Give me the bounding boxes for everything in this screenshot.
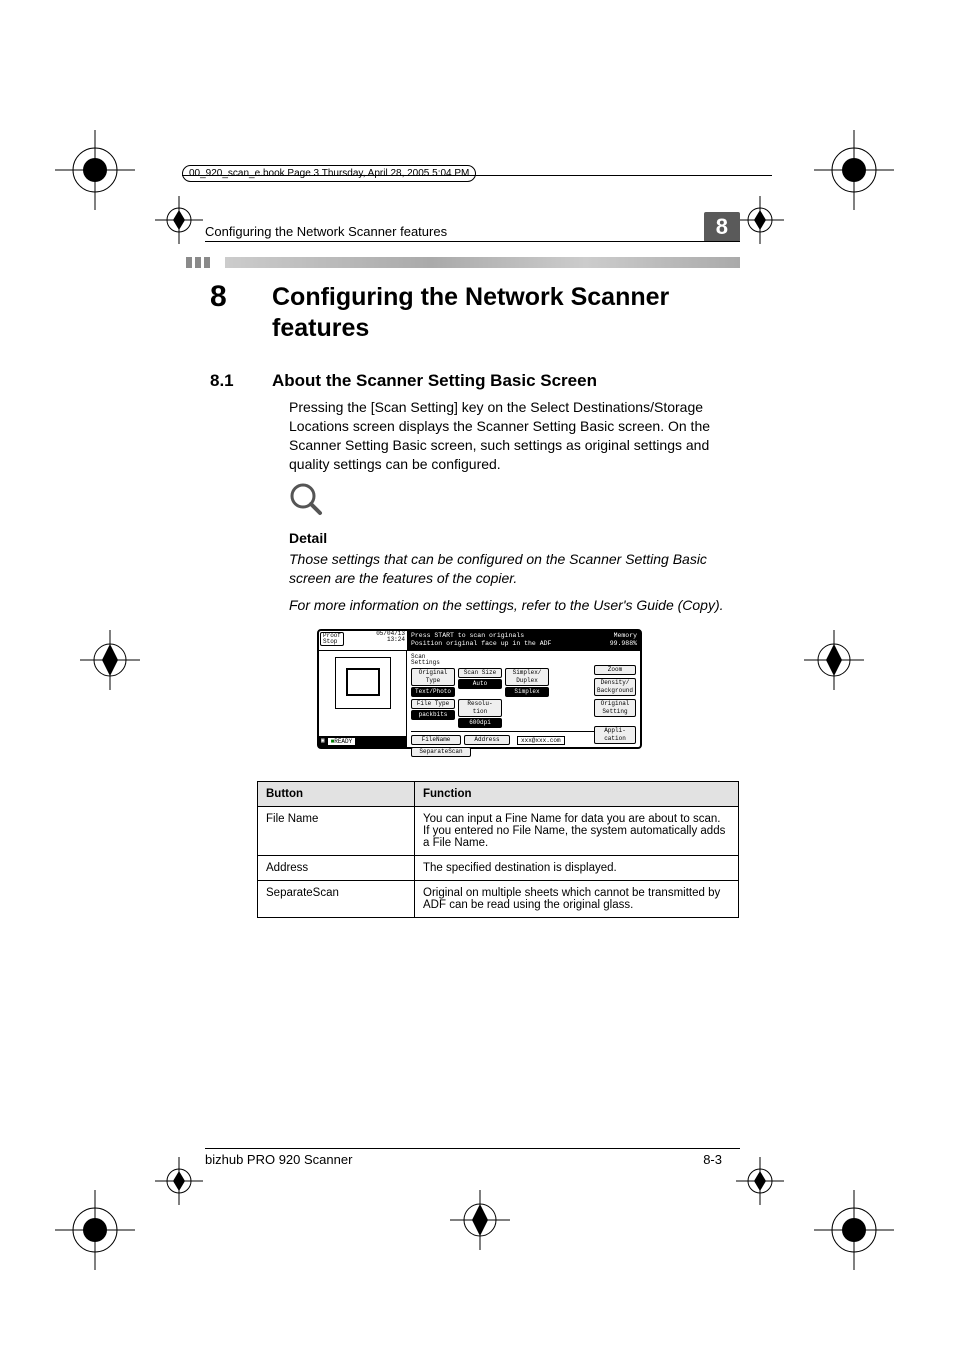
book-header-rule <box>182 175 772 176</box>
chapter-heading: 8 Configuring the Network Scanner featur… <box>210 282 736 345</box>
memory-value: 99.988% <box>610 640 637 648</box>
address-label: Address <box>464 735 510 745</box>
simplex-duplex-button[interactable]: Simplex/ Duplex <box>505 668 549 686</box>
panel-time: 13:24 <box>376 637 407 643</box>
button-function-table: Button Function File Name You can input … <box>257 781 739 918</box>
original-type-button[interactable]: Original Type <box>411 668 455 686</box>
table-head-function: Function <box>415 782 739 807</box>
proof-stop-button[interactable]: Proof Stop <box>320 632 344 646</box>
ready-indicator: ■READY <box>327 737 357 746</box>
simplex-value: Simplex <box>505 687 549 697</box>
page-footer: bizhub PRO 920 Scanner 8-3 <box>205 1152 722 1167</box>
running-head-title: Configuring the Network Scanner features <box>205 224 447 239</box>
table-cell-button: Address <box>258 856 415 881</box>
crop-mark-bl2 <box>155 1157 203 1205</box>
decor-strip <box>186 257 740 268</box>
crop-mark-br2 <box>736 1157 784 1205</box>
chapter-badge: 8 <box>704 212 740 242</box>
application-button[interactable]: Appli- cation <box>594 726 636 744</box>
header-rule <box>205 241 740 242</box>
table-cell-function: The specified destination is displayed. <box>415 856 739 881</box>
crop-mark-bl <box>55 1190 135 1270</box>
section-heading: 8.1 About the Scanner Setting Basic Scre… <box>210 371 736 391</box>
table-cell-function: You can input a Fine Name for data you a… <box>415 807 739 856</box>
text-photo-value: Text/Photo <box>411 687 455 697</box>
panel-left-column: ▣ ■READY <box>319 651 407 747</box>
filename-button[interactable]: FileName <box>411 735 461 745</box>
table-cell-function: Original on multiple sheets which cannot… <box>415 881 739 918</box>
separate-scan-button[interactable]: SeparateScan <box>411 747 471 757</box>
footer-page-number: 8-3 <box>703 1152 722 1167</box>
section-number: 8.1 <box>210 371 272 391</box>
original-setting-button[interactable]: Original Setting <box>594 699 636 717</box>
panel-right-area: Scan Settings Original Type Text/Photo S… <box>407 651 640 747</box>
running-head: Configuring the Network Scanner features… <box>205 215 740 239</box>
table-row: File Name You can input a Fine Name for … <box>258 807 739 856</box>
panel-message-line2: Position original face up in the ADF <box>411 640 551 648</box>
crop-mark-l <box>80 630 140 690</box>
crop-mark-r <box>804 630 864 690</box>
chapter-number: 8 <box>210 282 272 312</box>
book-header: 00_920_scan_e.book Page 3 Thursday, Apri… <box>182 165 476 182</box>
copier-icon <box>335 657 391 709</box>
detail-paragraph-1: Those settings that can be configured on… <box>289 550 726 588</box>
crop-mark-bc <box>450 1190 510 1250</box>
control-indicator-icon: ▣ <box>321 737 325 746</box>
footer-rule <box>205 1148 740 1149</box>
table-row: SeparateScan Original on multiple sheets… <box>258 881 739 918</box>
scanner-panel: Proof Stop 05/04/13 13:24 Press START to… <box>317 629 642 749</box>
panel-message: Press START to scan originals Position o… <box>408 631 640 651</box>
crop-mark-tr <box>814 130 894 210</box>
density-button[interactable]: Density/ Background <box>594 678 636 696</box>
memory-label: Memory <box>610 632 637 640</box>
page: 00_920_scan_e.book Page 3 Thursday, Apri… <box>0 0 954 1351</box>
control-indicator-row: ▣ ■READY <box>319 736 406 747</box>
chapter-badge-container: 8 <box>704 215 740 239</box>
body-paragraph: Pressing the [Scan Setting] key on the S… <box>289 398 726 474</box>
table-row: Address The specified destination is dis… <box>258 856 739 881</box>
resolution-button[interactable]: Resolu- tion <box>458 699 502 717</box>
crop-mark-tl <box>55 130 135 210</box>
crop-mark-br <box>814 1190 894 1270</box>
file-type-button[interactable]: File Type <box>411 699 455 709</box>
panel-message-line1: Press START to scan originals <box>411 632 551 640</box>
address-value: xxx@xxx.com <box>517 736 565 745</box>
panel-header-left: Proof Stop 05/04/13 13:24 <box>319 631 408 651</box>
scan-size-value: Auto <box>458 679 502 689</box>
file-type-value: packbits <box>411 710 455 720</box>
section-title: About the Scanner Setting Basic Screen <box>272 371 597 391</box>
crop-mark-tl2 <box>155 196 203 244</box>
crop-mark-tr2 <box>736 196 784 244</box>
magnifier-icon <box>289 482 323 521</box>
detail-heading: Detail <box>289 530 327 546</box>
zoom-button[interactable]: Zoom <box>594 665 636 675</box>
scan-size-button[interactable]: Scan Size <box>458 668 502 678</box>
chapter-title: Configuring the Network Scanner features <box>272 282 736 345</box>
table-cell-button: SeparateScan <box>258 881 415 918</box>
footer-product: bizhub PRO 920 Scanner <box>205 1152 352 1167</box>
detail-paragraph-2: For more information on the settings, re… <box>289 596 726 615</box>
table-head-button: Button <box>258 782 415 807</box>
table-cell-button: File Name <box>258 807 415 856</box>
resolution-value: 600dpi <box>458 718 502 728</box>
